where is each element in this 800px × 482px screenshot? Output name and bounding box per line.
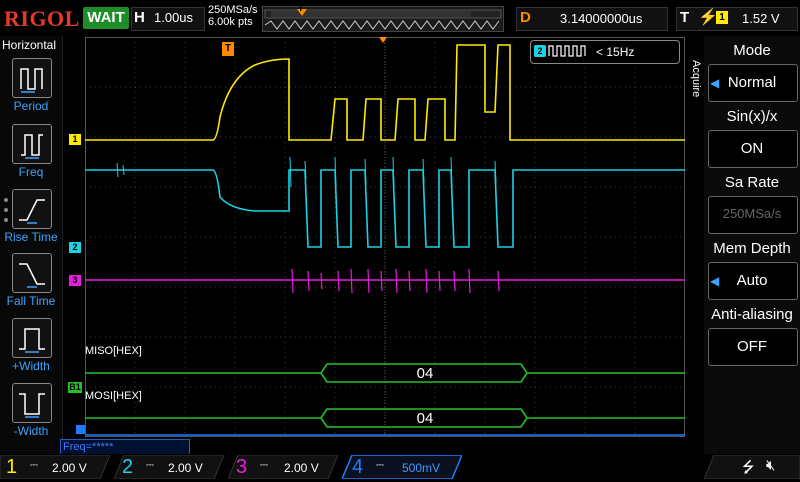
trigger-label: T bbox=[680, 9, 690, 26]
trigger-source-badge: 1 bbox=[716, 11, 728, 24]
channel1-number: 1 bbox=[6, 456, 18, 478]
channel3-marker[interactable]: 3 bbox=[69, 275, 81, 286]
measure-readout-value: < 15Hz bbox=[596, 45, 635, 59]
freq-button[interactable] bbox=[12, 124, 52, 164]
channel3-number: 3 bbox=[236, 456, 248, 478]
channel1-scale: 2.00 V bbox=[52, 461, 87, 475]
system-icons-area: ⭍ 🔇︎ bbox=[704, 455, 800, 479]
delay-label: D bbox=[520, 9, 531, 26]
anti-aliasing-title: Anti-aliasing bbox=[711, 306, 793, 323]
measure-channel-badge: 2 bbox=[534, 45, 546, 57]
run-status-badge[interactable]: WAIT bbox=[83, 7, 129, 29]
channel4-number: 4 bbox=[352, 456, 364, 478]
channel2-number: 2 bbox=[122, 456, 134, 478]
fall-time-icon bbox=[19, 263, 45, 288]
dc-coupling-icon: ⎓ bbox=[376, 460, 384, 471]
positive-width-label: +Width bbox=[12, 359, 50, 373]
rigol-logo: RIGOL bbox=[4, 6, 80, 31]
channel4-scale: 500mV bbox=[402, 461, 441, 475]
fall-time-button[interactable] bbox=[12, 253, 52, 293]
mem-depth-title: Mem Depth bbox=[713, 240, 791, 257]
mosi-label: MOSI[HEX] bbox=[85, 390, 142, 402]
negative-width-icon bbox=[19, 393, 45, 418]
frequency-counter[interactable]: Freq=***** bbox=[60, 439, 190, 455]
delay-value: 3.14000000us bbox=[560, 11, 643, 26]
horizontal-label: H bbox=[134, 9, 145, 26]
anti-aliasing-value: OFF bbox=[737, 338, 767, 355]
negative-width-label: -Width bbox=[13, 424, 49, 438]
channel2-scale: 2.00 V bbox=[168, 461, 203, 475]
channel2-marker[interactable]: 2 bbox=[69, 242, 81, 253]
freq-icon bbox=[21, 134, 43, 159]
sinx-title: Sin(x)/x bbox=[726, 108, 778, 125]
acquire-side-tab: Acquire bbox=[686, 60, 704, 104]
bus-marker[interactable]: B1 bbox=[68, 382, 82, 393]
freq-label: Freq bbox=[18, 165, 44, 179]
mode-value: Normal bbox=[727, 74, 777, 91]
channel3-scale: 2.00 V bbox=[284, 461, 319, 475]
positive-width-icon bbox=[19, 328, 45, 353]
acquire-side-label: Acquire bbox=[690, 60, 702, 98]
miso-label: MISO[HEX] bbox=[85, 345, 142, 357]
mode-title: Mode bbox=[733, 42, 771, 59]
speaker-mute-icon[interactable]: 🔇︎ bbox=[766, 457, 775, 474]
menu-page-dots-icon bbox=[4, 198, 8, 222]
sample-rate: 250MSa/s bbox=[208, 4, 258, 16]
sa-rate-value: 250MSa/s bbox=[722, 206, 782, 221]
channel1-status[interactable]: 1 ⎓ 2.00 V bbox=[0, 455, 110, 479]
channel3-status[interactable]: 3 ⎓ 2.00 V bbox=[228, 455, 338, 479]
memory-depth: 6.00k pts bbox=[208, 16, 253, 28]
channel2-status[interactable]: 2 ⎓ 2.00 V bbox=[114, 455, 224, 479]
channel1-marker[interactable]: 1 bbox=[69, 134, 81, 145]
period-label: Period bbox=[13, 99, 49, 113]
mosi-value: 04 bbox=[416, 410, 434, 427]
usb-icon: ⭍ bbox=[742, 459, 755, 476]
sa-rate-title: Sa Rate bbox=[724, 174, 780, 191]
rising-edge-icon: ⚡ bbox=[698, 9, 718, 26]
miso-value: 04 bbox=[416, 365, 434, 382]
period-icon bbox=[20, 68, 43, 93]
period-button[interactable] bbox=[12, 58, 52, 98]
pulse-train-icon bbox=[548, 45, 586, 57]
channel4-status[interactable]: 4 ⎓ 500mV bbox=[342, 455, 462, 479]
dc-coupling-icon: ⎓ bbox=[30, 460, 38, 471]
waveform-display[interactable] bbox=[85, 37, 685, 437]
timebase-value: 1.00us bbox=[154, 10, 194, 25]
negative-width-button[interactable] bbox=[12, 383, 52, 423]
trigger-position-label: T bbox=[298, 3, 304, 13]
sinx-value: ON bbox=[740, 140, 764, 157]
left-menu-title: Horizontal bbox=[2, 38, 57, 52]
rise-time-button[interactable] bbox=[12, 189, 52, 229]
positive-width-button[interactable] bbox=[12, 318, 52, 358]
dc-coupling-icon: ⎓ bbox=[260, 460, 268, 471]
trigger-delay-marker[interactable]: T bbox=[222, 42, 234, 56]
trigger-level: 1.52 V bbox=[742, 11, 780, 26]
dc-coupling-icon: ⎓ bbox=[146, 460, 154, 471]
rise-time-icon bbox=[19, 199, 45, 224]
channel4-marker[interactable] bbox=[76, 425, 85, 434]
fall-time-label: Fall Time bbox=[6, 294, 56, 308]
rise-time-label: Rise Time bbox=[4, 230, 58, 244]
mem-depth-value: Auto bbox=[736, 272, 768, 289]
